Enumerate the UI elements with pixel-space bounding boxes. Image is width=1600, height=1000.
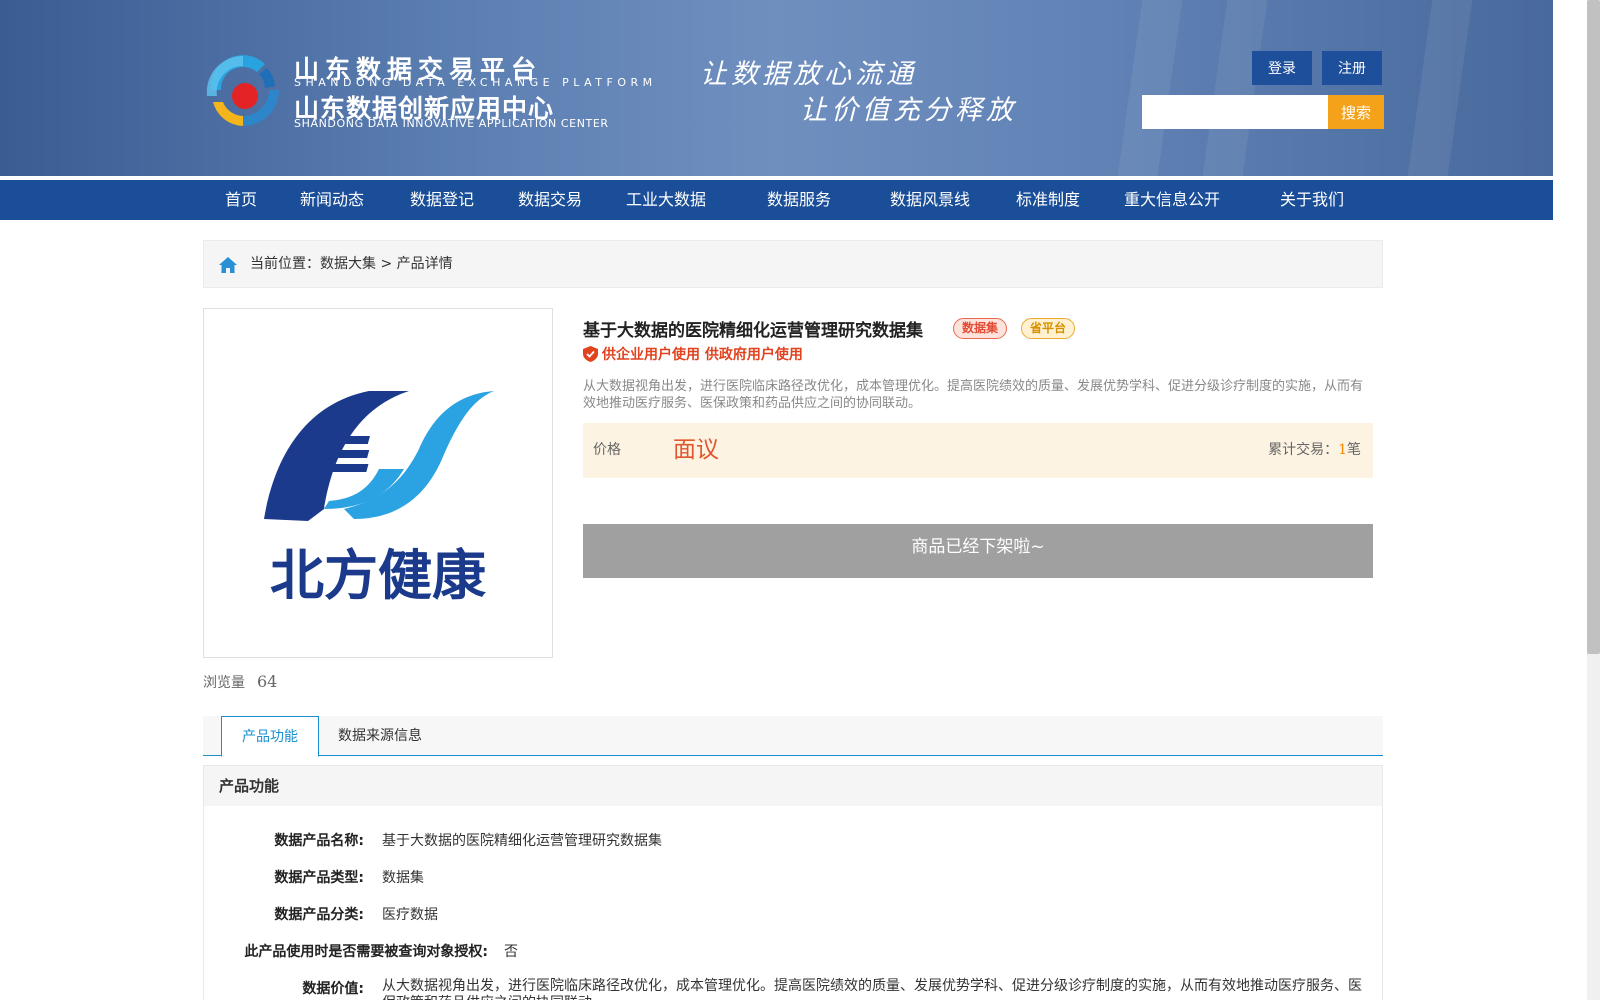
nav-item-industrial-big-data[interactable]: 工业大数据 — [626, 180, 706, 220]
nav-item-data-registration[interactable]: 数据登记 — [410, 180, 474, 220]
shield-check-icon — [583, 346, 598, 362]
offline-status-button[interactable]: 商品已经下架啦~ — [583, 524, 1373, 578]
tab-product-function[interactable]: 产品功能 — [221, 716, 319, 757]
usage-scope: 供企业用户使用 供政府用户使用 — [583, 344, 803, 364]
detail-value: 数据集 — [382, 870, 424, 886]
main-nav: 首页 新闻动态 数据登记 数据交易 工业大数据 数据服务 数据风景线 标准制度 … — [0, 180, 1553, 220]
page: 山东数据交易平台 SHANDONG DATA EXCHANGE PLATFORM… — [0, 0, 1600, 1000]
product-type-badge: 数据集 — [953, 318, 1008, 339]
search-input[interactable] — [1142, 95, 1328, 129]
price-label: 价格 — [593, 442, 621, 458]
register-button[interactable]: 注册 — [1322, 51, 1382, 85]
site-header: 山东数据交易平台 SHANDONG DATA EXCHANGE PLATFORM… — [0, 0, 1553, 176]
price-box: 价格 面议 累计交易：1笔 — [583, 423, 1373, 478]
view-count-label: 浏览量 — [203, 675, 245, 691]
header-decoration — [1202, 0, 1268, 176]
usage-scope-text: 供企业用户使用 供政府用户使用 — [602, 347, 803, 363]
detail-key: 数据产品名称: — [274, 833, 364, 849]
brand-subtitle-en: SHANDONG DATA EXCHANGE PLATFORM — [294, 76, 657, 89]
company-logo-icon: 北方健康 — [264, 391, 494, 607]
page-margin — [1553, 0, 1587, 1000]
price-value: 面议 — [673, 437, 719, 463]
trade-count: 累计交易：1笔 — [1268, 423, 1361, 478]
trade-count-unit: 笔 — [1347, 442, 1361, 458]
trade-count-value: 1 — [1338, 442, 1347, 458]
detail-value: 基于大数据的医院精细化运营管理研究数据集 — [382, 833, 662, 849]
breadcrumb: 当前位置：数据大集 > 产品详情 — [203, 240, 1383, 288]
detail-value: 医疗数据 — [382, 907, 438, 923]
nav-item-news[interactable]: 新闻动态 — [300, 180, 364, 220]
slogan-line-2: 让价值充分释放 — [800, 95, 1017, 126]
nav-item-disclosure[interactable]: 重大信息公开 — [1124, 180, 1220, 220]
detail-tabs: 产品功能 数据来源信息 — [203, 716, 1383, 757]
product-image: 北方健康 — [203, 308, 553, 658]
header-decoration — [1407, 0, 1473, 176]
brand-center-en: SHANDONG DATA INNOVATIVE APPLICATION CEN… — [294, 117, 609, 130]
nav-item-data-landscape[interactable]: 数据风景线 — [890, 180, 970, 220]
header-decoration — [1117, 0, 1183, 176]
nav-item-about[interactable]: 关于我们 — [1280, 180, 1344, 220]
trade-count-label: 累计交易： — [1268, 442, 1339, 458]
product-title: 基于大数据的医院精细化运营管理研究数据集 — [583, 321, 923, 341]
company-logo-text: 北方健康 — [270, 544, 486, 607]
scrollbar-thumb[interactable] — [1587, 0, 1600, 654]
detail-value: 否 — [504, 944, 518, 960]
breadcrumb-path[interactable]: 当前位置：数据大集 > 产品详情 — [250, 241, 453, 287]
detail-key: 数据产品类型: — [274, 870, 364, 886]
platform-logo-icon[interactable] — [203, 50, 283, 130]
home-icon[interactable] — [218, 255, 238, 275]
nav-item-home[interactable]: 首页 — [225, 180, 257, 220]
view-count: 浏览量 64 — [203, 672, 277, 692]
nav-item-standards[interactable]: 标准制度 — [1016, 180, 1080, 220]
section-title: 产品功能 — [204, 766, 1382, 806]
detail-key: 此产品使用时是否需要被查询对象授权: — [244, 944, 488, 960]
detail-value: 从大数据视角出发，进行医院临床路径改优化，成本管理优化。提高医院绩效的质量、发展… — [382, 978, 1362, 1000]
view-count-value: 64 — [257, 672, 278, 691]
nav-item-data-trading[interactable]: 数据交易 — [518, 180, 582, 220]
nav-item-data-services[interactable]: 数据服务 — [767, 180, 831, 220]
detail-key: 数据产品分类: — [274, 907, 364, 923]
detail-key: 数据价值: — [302, 981, 364, 997]
platform-badge: 省平台 — [1021, 318, 1076, 339]
tab-data-source[interactable]: 数据来源信息 — [338, 716, 422, 756]
login-button[interactable]: 登录 — [1252, 51, 1312, 85]
product-function-section: 产品功能 数据产品名称: 基于大数据的医院精细化运营管理研究数据集 数据产品类型… — [203, 765, 1383, 1000]
search-button[interactable]: 搜索 — [1328, 95, 1384, 129]
slogan-line-1: 让数据放心流通 — [700, 59, 917, 90]
product-description: 从大数据视角出发，进行医院临床路径改优化，成本管理优化。提高医院绩效的质量、发展… — [583, 379, 1364, 411]
